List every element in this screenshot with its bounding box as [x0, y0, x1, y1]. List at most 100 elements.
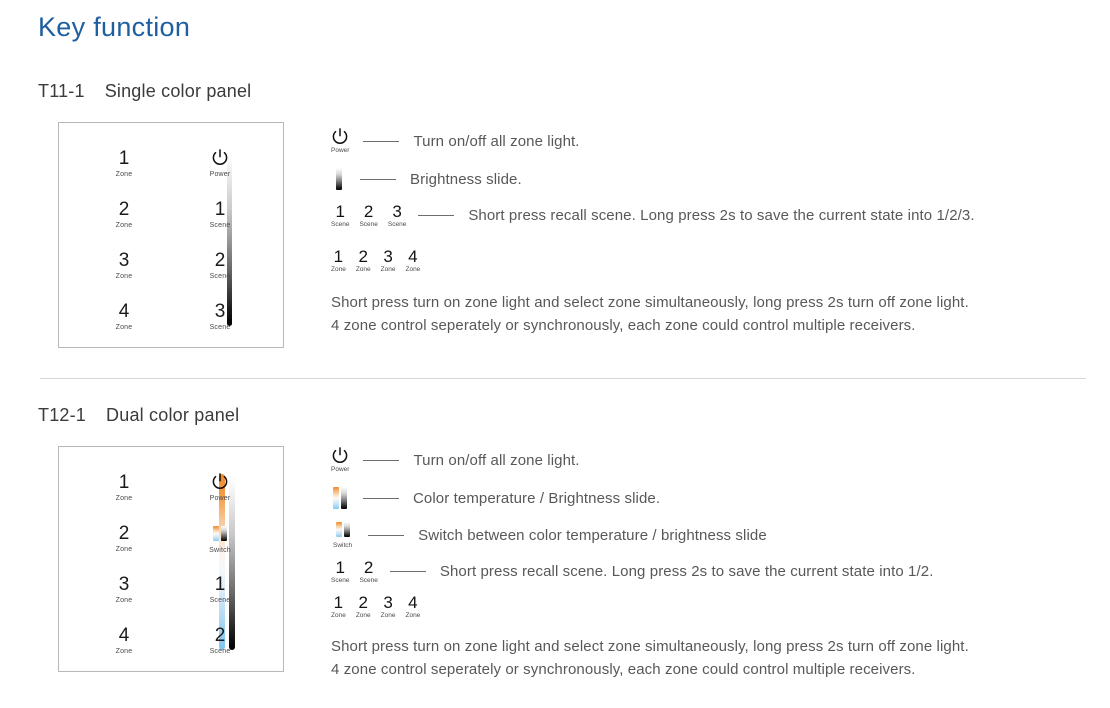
legend-label: Brightness slide.: [410, 170, 522, 188]
paragraph-line: Short press turn on zone light and selec…: [331, 638, 969, 655]
key-number: 1: [335, 202, 345, 221]
panel-key-zone-2[interactable]: 2 Zone: [94, 524, 154, 553]
key-caption: Zone: [331, 266, 346, 273]
key-caption: Zone: [115, 648, 133, 655]
legend-key-scene-2: 2 Scene: [359, 559, 377, 585]
legend-row-zone-keys: 1 Zone 2 Zone 3 Zone 4 Zone: [331, 248, 430, 274]
panel-key-scene-2[interactable]: 2 Scene: [190, 626, 250, 655]
leader-line: [418, 215, 455, 217]
key-caption: Zone: [380, 612, 396, 619]
section-paragraph-t12-1: Short press turn on zone light and selec…: [331, 635, 969, 682]
key-number: 3: [392, 202, 402, 221]
key-number: 1: [333, 247, 344, 266]
leader-line: [363, 497, 399, 499]
power-icon: [190, 149, 250, 168]
key-caption: Zone: [355, 612, 371, 619]
key-number: 2: [363, 558, 374, 577]
cct-brightness-slide-icon: [333, 487, 347, 509]
legend-label: Turn on/off all zone light.: [413, 132, 580, 150]
key-number: 3: [118, 574, 130, 595]
key-caption: Scene: [209, 648, 231, 655]
key-number: 1: [118, 472, 130, 493]
key-caption: Scene: [331, 577, 350, 584]
leader-line: [368, 535, 405, 537]
key-number: 3: [383, 593, 393, 612]
switch-icon-legend: Switch: [333, 522, 352, 550]
panel-key-switch[interactable]: Switch: [190, 525, 250, 554]
paragraph-line: Short press turn on zone light and selec…: [331, 294, 969, 311]
legend-label: Switch between color temperature / brigh…: [418, 527, 767, 545]
section-paragraph-t11-1: Short press turn on zone light and selec…: [331, 291, 969, 338]
section-code: T12-1: [38, 405, 87, 425]
key-caption: Scene: [359, 221, 378, 228]
legend-key-zone-3: 3 Zone: [381, 594, 396, 620]
legend-row-cct-brightness-slide: Color temperature / Brightness slide.: [333, 487, 660, 509]
panel-key-scene-1[interactable]: 1 Scene: [190, 575, 250, 604]
key-caption: Zone: [115, 171, 133, 178]
key-caption: Zone: [331, 612, 346, 619]
legend-key-scene-3: 3 Scene: [388, 203, 406, 229]
legend-row-scene-keys: 1 Scene 2 Scene Short press recall scene…: [331, 559, 933, 585]
section-heading-t11-1: T11-1 Single color panel: [38, 81, 251, 102]
key-caption: Scene: [359, 577, 378, 584]
key-number: 1: [118, 148, 130, 169]
legend-row-switch: Switch Switch between color temperature …: [333, 522, 767, 550]
key-caption: Zone: [115, 273, 133, 280]
panel-key-scene-3[interactable]: 3 Scene: [190, 302, 250, 331]
panel-key-power[interactable]: Power: [190, 473, 250, 502]
key-caption: Scene: [209, 597, 231, 604]
panel-key-zone-2[interactable]: 2 Zone: [94, 200, 154, 229]
brightness-slide-icon: [336, 168, 342, 190]
panel-key-zone-3[interactable]: 3 Zone: [94, 575, 154, 604]
single-color-panel[interactable]: 1 Zone 2 Zone 3 Zone 4 Zone Power 1 Scen…: [58, 122, 284, 348]
key-number: 4: [118, 301, 130, 322]
key-caption: Switch: [209, 547, 231, 554]
legend-key-zone-2: 2 Zone: [356, 248, 371, 274]
page-title: Key function: [38, 12, 191, 42]
leader-line: [363, 140, 400, 142]
key-number: 2: [363, 202, 374, 221]
switch-icon: [190, 525, 250, 544]
legend-key-scene-1: 1 Scene: [331, 559, 349, 585]
panel-key-scene-1[interactable]: 1 Scene: [190, 200, 250, 229]
key-caption: Power: [209, 495, 231, 502]
panel-key-zone-1[interactable]: 1 Zone: [94, 473, 154, 502]
key-number: 2: [358, 593, 368, 612]
legend-row-power: Power Turn on/off all zone light.: [331, 447, 580, 474]
key-number: 2: [214, 250, 226, 271]
panel-key-zone-3[interactable]: 3 Zone: [94, 251, 154, 280]
power-icon: [190, 473, 250, 492]
panel-key-zone-1[interactable]: 1 Zone: [94, 149, 154, 178]
key-number: 2: [118, 199, 130, 220]
paragraph-line: 4 zone control seperately or synchronous…: [331, 661, 916, 679]
legend-key-scene-2: 2 Scene: [359, 203, 377, 229]
key-caption: Zone: [405, 612, 421, 619]
panel-key-scene-2[interactable]: 2 Scene: [190, 251, 250, 280]
legend-key-zone-3: 3 Zone: [381, 248, 396, 274]
leader-line: [389, 571, 426, 573]
key-number: 3: [118, 250, 130, 271]
key-caption: Zone: [380, 266, 396, 273]
key-number: 4: [408, 247, 418, 266]
legend-row-scene-keys: 1 Scene 2 Scene 3 Scene Short press reca…: [331, 203, 975, 229]
panel-key-zone-4[interactable]: 4 Zone: [94, 626, 154, 655]
legend-key-zone-4: 4 Zone: [405, 248, 420, 274]
legend-label: Short press recall scene. Long press 2s …: [468, 207, 975, 225]
dual-color-panel[interactable]: 1 Zone 2 Zone 3 Zone 4 Zone Power Switch…: [58, 446, 284, 672]
key-number: 1: [214, 199, 226, 220]
leader-line: [363, 459, 400, 461]
key-caption: Zone: [405, 266, 421, 273]
legend-label: Color temperature / Brightness slide.: [413, 489, 661, 507]
panel-key-power[interactable]: Power: [190, 149, 250, 178]
section-name: Dual color panel: [106, 405, 240, 425]
legend-row-zone-keys: 1 Zone 2 Zone 3 Zone 4 Zone: [331, 594, 430, 620]
key-number: 1: [333, 593, 344, 612]
panel-key-zone-4[interactable]: 4 Zone: [94, 302, 154, 331]
section-code: T11-1: [38, 81, 85, 101]
key-caption: Power: [209, 171, 231, 178]
icon-caption: Switch: [333, 542, 353, 549]
key-number: 2: [118, 523, 130, 544]
key-number: 4: [408, 593, 418, 612]
icon-caption: Power: [331, 147, 350, 154]
section-heading-t12-1: T12-1 Dual color panel: [38, 405, 239, 426]
